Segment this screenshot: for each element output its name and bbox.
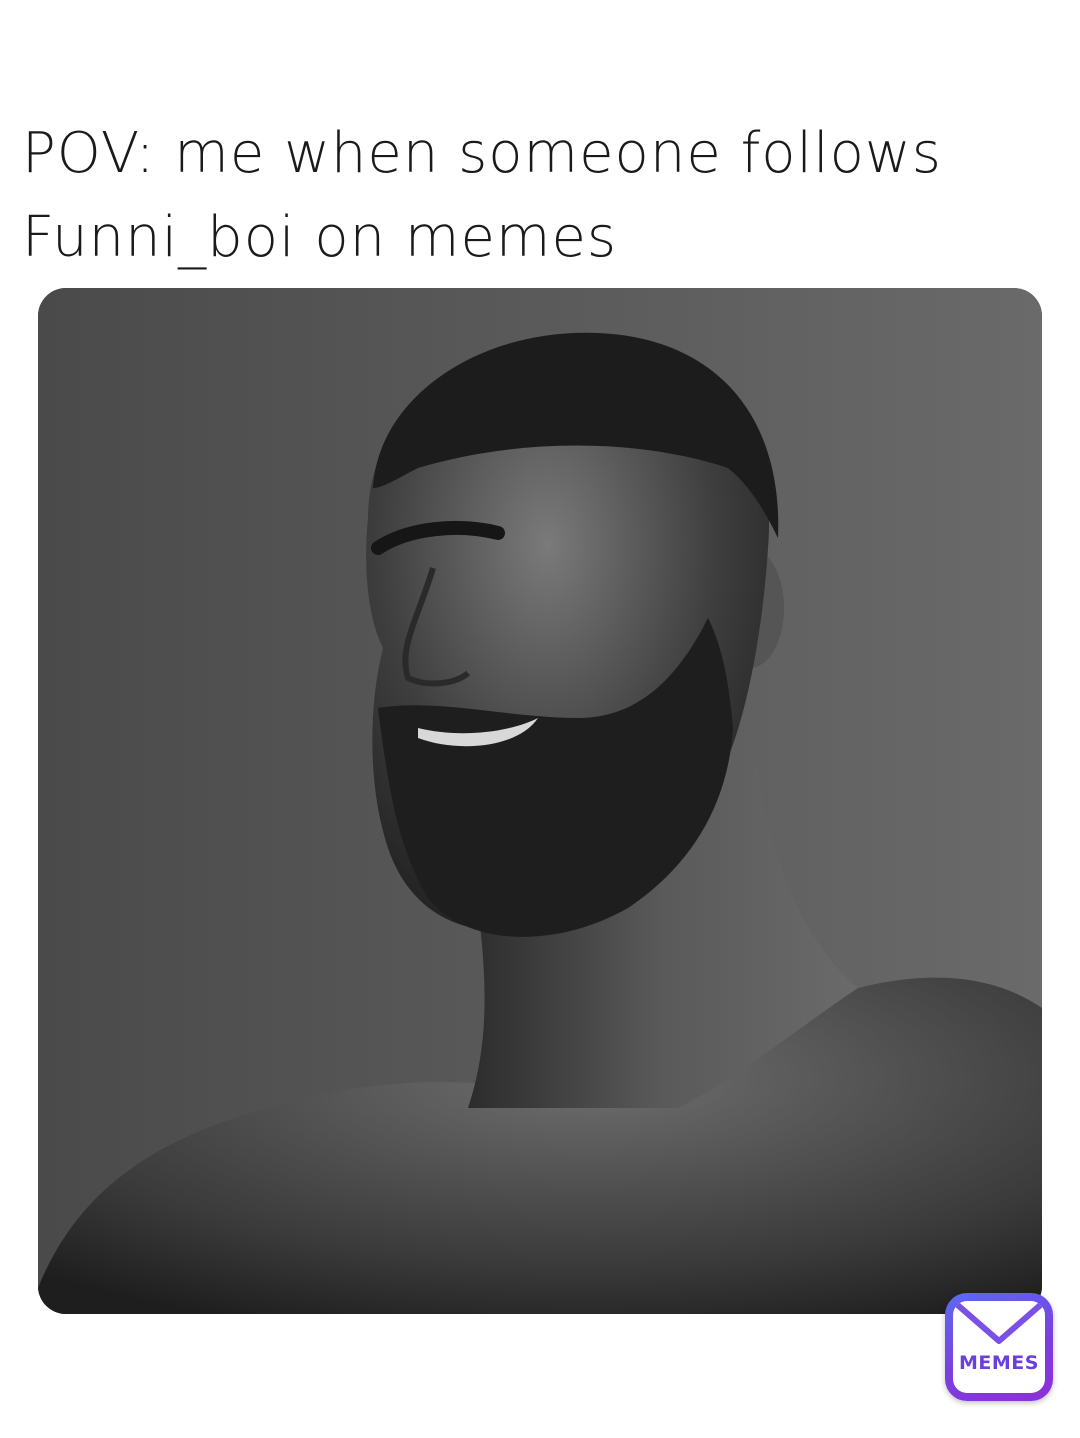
badge-label: MEMES [959,1352,1039,1374]
caption-line-2: Funni_boi on memes [22,205,618,270]
memes-app-badge: MEMES [945,1293,1053,1401]
portrait-illustration [38,288,1042,1314]
meme-photo [38,288,1042,1314]
caption-line-1: POV: me when someone follows [22,121,942,186]
meme-caption: POV: me when someone follows Funni_boi o… [22,112,1072,280]
envelope-icon: MEMES [953,1301,1045,1393]
